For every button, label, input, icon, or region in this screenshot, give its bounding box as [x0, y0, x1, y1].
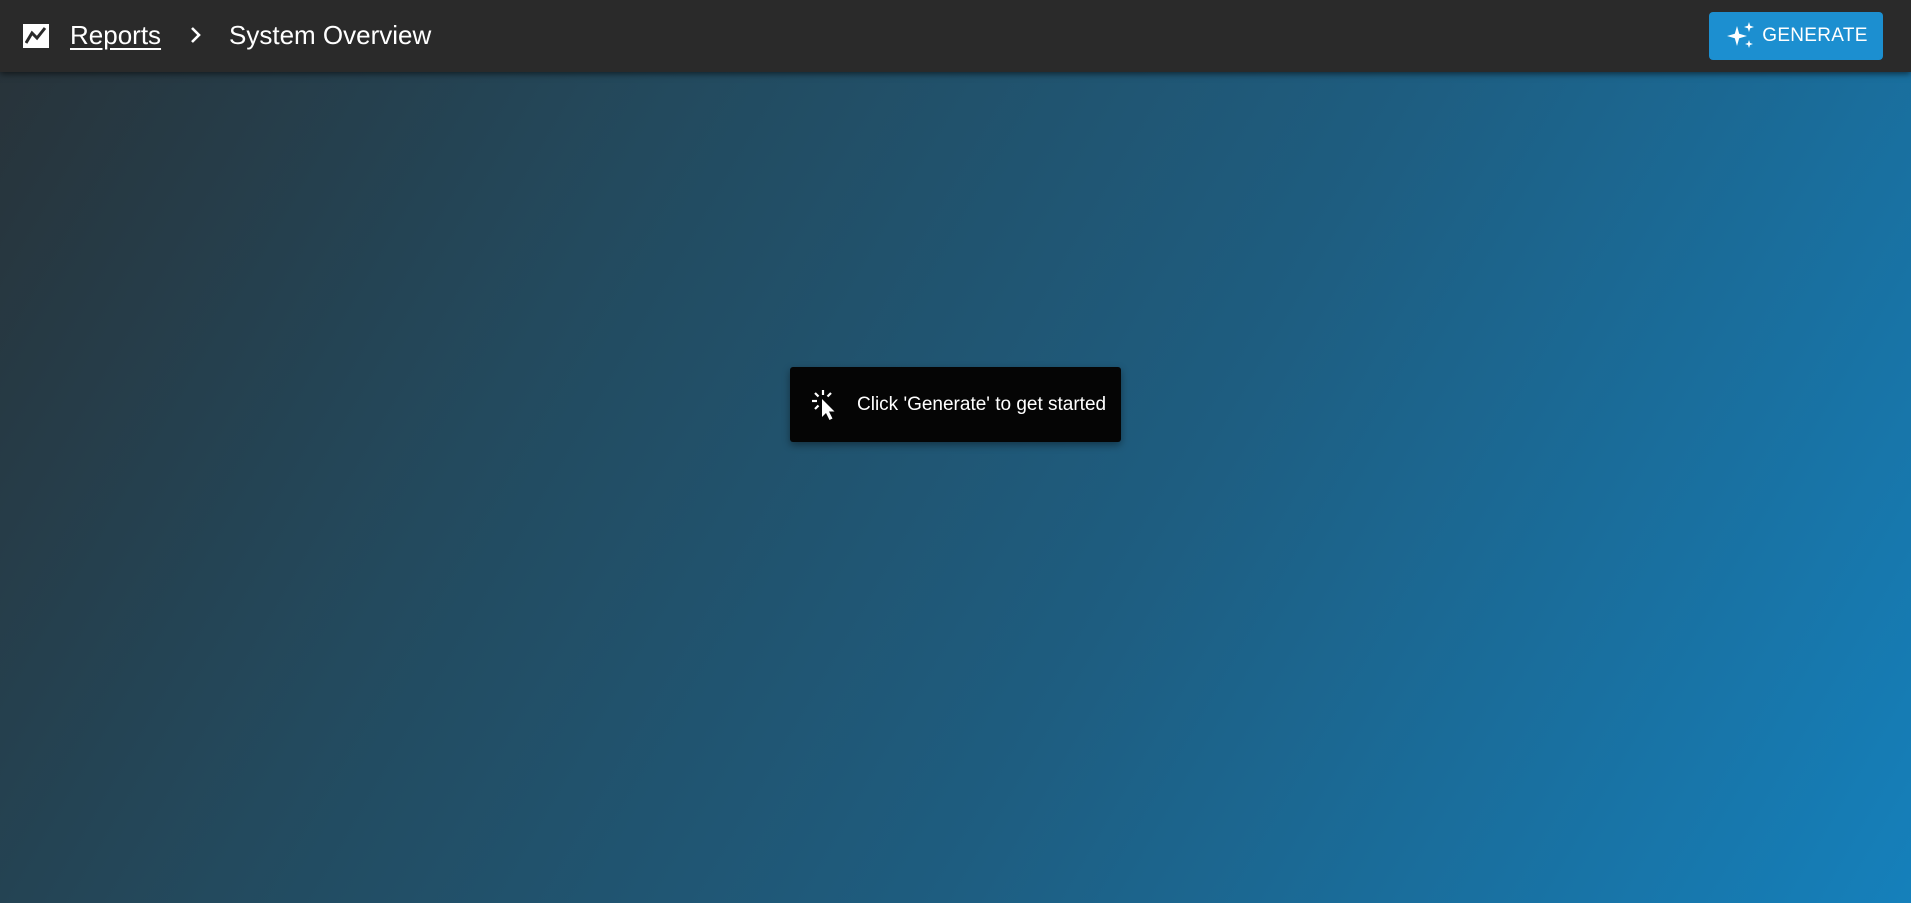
generate-button[interactable]: GENERATE: [1709, 12, 1883, 60]
top-app-bar: Reports System Overview GENERATE: [0, 0, 1911, 72]
app-page: Reports System Overview GENERATE Click '…: [0, 0, 1911, 903]
chevron-right-icon: [188, 25, 204, 45]
empty-state-message: Click 'Generate' to get started: [790, 367, 1121, 442]
breadcrumb-current-page: System Overview: [229, 20, 432, 50]
breadcrumb-link-reports[interactable]: Reports: [70, 18, 161, 52]
click-cursor-icon: [812, 389, 840, 421]
show-chart-icon: [23, 24, 49, 48]
empty-state-text: Click 'Generate' to get started: [857, 393, 1107, 415]
generate-button-label: GENERATE: [1762, 25, 1868, 46]
sparkles-icon: [1726, 21, 1756, 51]
